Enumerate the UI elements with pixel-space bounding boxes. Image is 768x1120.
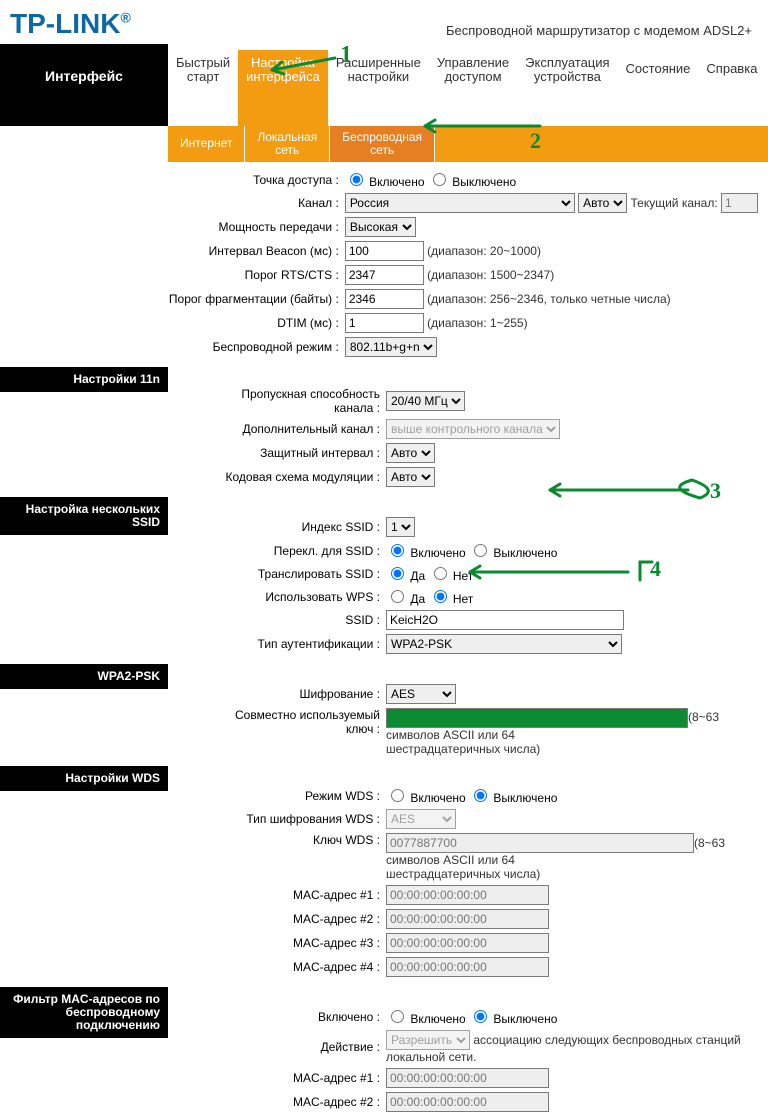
wps-yes-radio[interactable]: Да [386,592,425,606]
main-tabs: Быстрый старт Настройка интерфейса Расши… [168,44,768,126]
wds-mac1-label: MAC-адрес #1 : [168,883,382,907]
ssid-label: SSID : [168,608,382,632]
wds-mac2-label: MAC-адрес #2 : [168,907,382,931]
tx-power-label: Мощность передачи : [165,215,341,239]
mcs-select[interactable]: Авто [386,467,435,487]
perssid-on-radio[interactable]: Включено [386,546,466,560]
frag-input[interactable] [345,289,424,309]
brand-logo: TP-LINK® [10,8,131,40]
wds-key-input [386,833,694,853]
tab-help[interactable]: Справка [698,50,765,126]
wds-enc-label: Тип шифрования WDS : [168,807,382,831]
broadcast-yes-radio[interactable]: Да [386,569,425,583]
wds-mac4-label: MAC-адрес #4 : [168,955,382,979]
model-description: Беспроводной маршрутизатор с модемом ADS… [446,11,758,38]
broadcast-no-radio[interactable]: Нет [429,569,474,583]
sub-tabs: Интернет Локальная сеть Беспроводная сет… [168,126,768,162]
filter-mac2-input [386,1092,549,1112]
dtim-input[interactable] [345,313,424,333]
tab-quick-start[interactable]: Быстрый старт [168,50,238,126]
wps-label: Использовать WPS : [168,585,382,608]
wds-mac2-input [386,909,549,929]
perssid-label: Перекл. для SSID : [168,539,382,562]
ap-label: Точка доступа : [165,168,341,191]
beacon-hint: (диапазон: 20~1000) [427,244,541,258]
beacon-label: Интервал Beacon (мс) : [165,239,341,263]
wds-mac4-input [386,957,549,977]
current-channel-value [721,193,758,213]
side-title: Интерфейс [0,44,168,126]
auth-label: Тип аутентификации : [168,632,382,656]
wds-off-radio[interactable]: Выключено [469,791,557,805]
current-channel-label: Текущий канал: [631,196,718,210]
gi-label: Защитный интервал : [168,441,382,465]
filter-enabled-label: Включено : [168,1005,382,1028]
channel-country-select[interactable]: Россия [345,193,575,213]
wds-enc-select: AES [386,809,456,829]
ap-off-radio[interactable]: Выключено [428,175,516,189]
frag-hint: (диапазон: 256~2346, только четные числа… [427,292,670,306]
dtim-hint: (диапазон: 1~255) [427,316,527,330]
rts-label: Порог RTS/CTS : [165,263,341,287]
section-11n: Настройки 11n [0,367,168,392]
ssid-index-label: Индекс SSID : [168,515,382,539]
ext-channel-label: Дополнительный канал : [168,417,382,441]
subtab-wireless[interactable]: Беспроводная сеть [330,126,435,162]
tab-maintenance[interactable]: Эксплуатация устройства [517,50,617,126]
section-multi-ssid: Настройка нескольких SSID [0,497,168,535]
filter-action-label: Действие : [168,1028,382,1066]
ssid-index-select[interactable]: 1 [386,517,415,537]
subtab-lan[interactable]: Локальная сеть [245,126,330,162]
filter-mac2-label: MAC-адрес #2 : [168,1090,382,1114]
filter-mac1-label: MAC-адрес #1 : [168,1066,382,1090]
wmode-label: Беспроводной режим : [165,335,341,359]
dtim-label: DTIM (мс) : [165,311,341,335]
section-wds: Настройки WDS [0,766,168,791]
wds-mode-label: Режим WDS : [168,784,382,807]
psk-label: Совместно используемый ключ : [168,706,382,758]
mcs-label: Кодовая схема модуляции : [168,465,382,489]
channel-auto-select[interactable]: Авто [578,193,627,213]
filter-on-radio[interactable]: Включено [386,1012,466,1026]
section-wpa2psk: WPA2-PSK [0,664,168,689]
gi-select[interactable]: Авто [386,443,435,463]
section-mac-filter: Фильтр MAC-адресов по беспроводному подк… [0,987,168,1038]
filter-off-radio[interactable]: Выключено [469,1012,557,1026]
perssid-off-radio[interactable]: Выключено [469,546,557,560]
wds-mac3-label: MAC-адрес #3 : [168,931,382,955]
psk-hint2: шестрадцатеричных числа) [386,742,540,756]
beacon-input[interactable] [345,241,424,261]
wds-on-radio[interactable]: Включено [386,791,466,805]
wmode-select[interactable]: 802.11b+g+n [345,337,437,357]
ap-on-radio[interactable]: Включено [345,175,425,189]
enc-select[interactable]: AES [386,684,456,704]
broadcast-label: Транслировать SSID : [168,562,382,585]
wds-mac3-input [386,933,549,953]
rts-hint: (диапазон: 1500~2347) [427,268,554,282]
wps-no-radio[interactable]: Нет [429,592,474,606]
bw-select[interactable]: 20/40 МГц [386,391,465,411]
tab-status[interactable]: Состояние [618,50,699,126]
rts-input[interactable] [345,265,424,285]
filter-action-select: Разрешить [386,1030,470,1050]
wds-mac1-input [386,885,549,905]
tab-interface-setup[interactable]: Настройка интерфейса [238,50,328,126]
bw-label: Пропускная способность канала : [168,385,382,417]
subtab-internet[interactable]: Интернет [168,126,245,162]
filter-mac1-input [386,1068,549,1088]
tab-access[interactable]: Управление доступом [429,50,517,126]
wds-key-label: Ключ WDS : [168,831,382,883]
enc-label: Шифрование : [168,682,382,706]
channel-label: Канал : [165,191,341,215]
ext-channel-select: выше контрольного канала [386,419,560,439]
wds-key-hint2: шестрадцатеричных числа) [386,867,540,881]
auth-select[interactable]: WPA2-PSK [386,634,622,654]
ssid-input[interactable] [386,610,624,630]
psk-input-redacted[interactable] [386,708,688,728]
tx-power-select[interactable]: Высокая [345,217,416,237]
tab-advanced[interactable]: Расширенные настройки [328,50,429,126]
frag-label: Порог фрагментации (байты) : [165,287,341,311]
